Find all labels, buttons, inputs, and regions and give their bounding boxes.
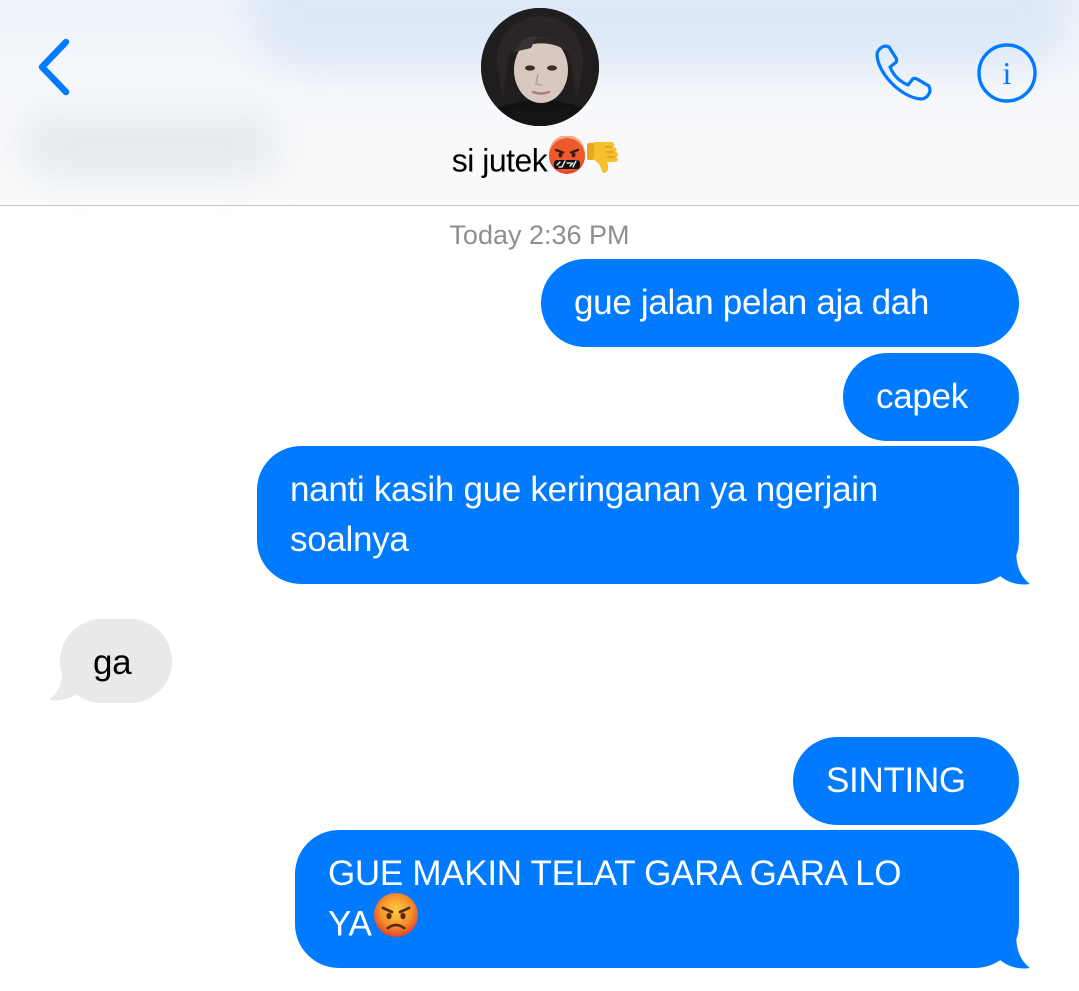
sent-bubble-tail bbox=[990, 932, 1030, 969]
sent-message-bubble[interactable]: nanti kasih gue keringanan ya ngerjain s… bbox=[257, 446, 1019, 584]
header-backdrop bbox=[250, 0, 1070, 70]
phone-call-button[interactable] bbox=[872, 40, 938, 104]
message-text-line-2: YA bbox=[328, 904, 372, 944]
sent-bubble-tail bbox=[990, 548, 1030, 585]
info-glyph: i bbox=[1003, 55, 1012, 91]
sent-message-bubble[interactable]: SINTING bbox=[793, 737, 1019, 825]
messages-screen: si jutek i Today 2:36 PM gue jalan pelan… bbox=[0, 0, 1079, 991]
message-text: capek bbox=[876, 377, 968, 416]
contact-avatar[interactable] bbox=[481, 8, 599, 126]
message-text-line-2: soalnya bbox=[290, 520, 409, 559]
message-text: nanti kasih gue keringanan ya ngerjain bbox=[290, 470, 878, 509]
contact-name-text: si jutek bbox=[451, 142, 548, 179]
message-text: gue jalan pelan aja dah bbox=[574, 283, 930, 322]
thread-timestamp: Today 2:36 PM bbox=[0, 220, 1079, 251]
sent-message-bubble[interactable]: gue jalan pelan aja dah bbox=[541, 259, 1019, 347]
thumbs-down-emoji bbox=[587, 136, 627, 184]
info-icon: i bbox=[977, 43, 1037, 103]
cursing-face-emoji bbox=[547, 135, 587, 184]
received-bubble-tail bbox=[49, 664, 87, 701]
message-text: ga bbox=[93, 643, 132, 682]
timestamp-time: 2:36 PM bbox=[529, 220, 630, 250]
sent-message-bubble[interactable]: capek bbox=[843, 353, 1019, 441]
back-button[interactable] bbox=[28, 32, 84, 102]
conversation-header: si jutek i bbox=[0, 0, 1079, 205]
phone-icon bbox=[875, 44, 932, 101]
contact-name[interactable]: si jutek bbox=[0, 135, 1079, 184]
timestamp-day: Today bbox=[449, 220, 522, 250]
message-text: SINTING bbox=[826, 761, 966, 800]
chevron-left-icon bbox=[38, 38, 70, 96]
angry-face-emoji bbox=[372, 891, 420, 953]
info-button[interactable]: i bbox=[976, 42, 1038, 104]
sent-message-bubble[interactable]: GUE MAKIN TELAT GARA GARA LO YA bbox=[295, 830, 1019, 968]
message-text: GUE MAKIN TELAT GARA GARA LO bbox=[328, 854, 902, 893]
avatar-photo bbox=[481, 8, 599, 126]
header-divider bbox=[0, 205, 1079, 206]
